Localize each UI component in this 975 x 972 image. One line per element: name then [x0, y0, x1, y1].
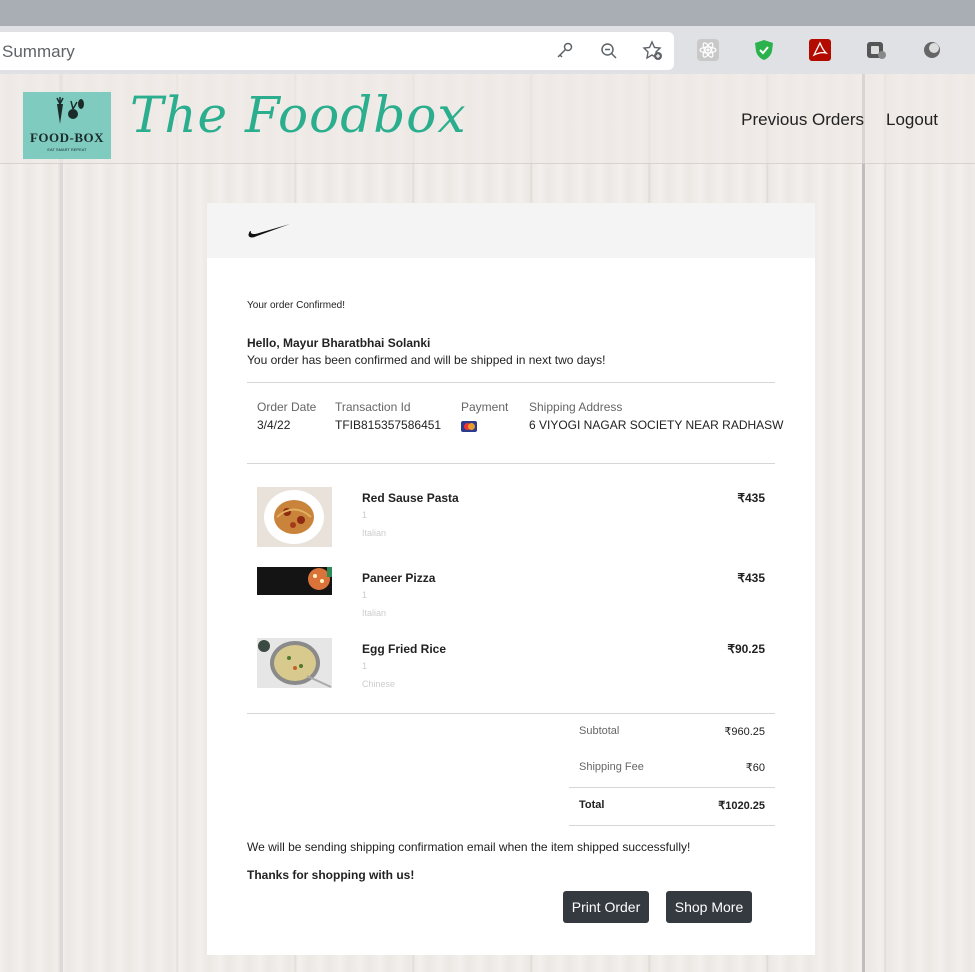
card-header [207, 203, 815, 258]
item-category: Chinese [362, 679, 396, 689]
address-bar[interactable]: Summary [0, 32, 674, 70]
divider [569, 787, 775, 788]
wood-grain-line [60, 74, 63, 972]
item-name: Red Sause Pasta [362, 491, 459, 505]
vegetables-icon [56, 97, 84, 124]
item-price: ₹435 [737, 571, 765, 585]
subtotal-label: Subtotal [579, 725, 620, 737]
mastercard-icon [461, 421, 477, 432]
total-row: Total ₹1020.25 [579, 799, 765, 812]
order-confirmed-title: Your order Confirmed! [247, 300, 346, 311]
add-bookmark-icon[interactable] [640, 40, 666, 62]
shipping-fee-value: ₹60 [745, 762, 765, 774]
react-devtools-icon[interactable] [696, 38, 720, 62]
brand-name[interactable]: The Foodbox [130, 86, 467, 144]
wood-grain-line [862, 74, 865, 972]
list-item: Paneer Pizza 1 Italian ₹435 [257, 567, 765, 618]
item-category: Italian [362, 528, 387, 538]
shipping-note: We will be sending shipping confirmation… [247, 840, 691, 854]
address-label: Shipping Address [529, 400, 623, 414]
top-nav: Previous Orders Logout [741, 110, 938, 130]
divider [569, 825, 775, 826]
item-qty: 1 [362, 510, 368, 520]
list-item: Red Sause Pasta 1 Italian ₹435 [257, 487, 765, 547]
key-icon[interactable] [552, 40, 578, 62]
pizza-image [257, 567, 332, 595]
shield-check-icon[interactable] [752, 38, 776, 62]
address-block: Shipping Address 6 VIYOGI NAGAR SOCIETY … [529, 400, 784, 432]
tab-extension-icon[interactable] [864, 38, 888, 62]
order-date-value: 3/4/22 [257, 418, 291, 432]
browser-toolbar: Summary [0, 26, 975, 74]
confirm-message: You order has been confirmed and will be… [247, 353, 606, 367]
logo-text: FOOD-BOX [29, 130, 105, 145]
item-price: ₹90.25 [727, 642, 765, 656]
address-value: 6 VIYOGI NAGAR SOCIETY NEAR RADHASW [529, 418, 784, 432]
thanks-message: Thanks for shopping with us! [247, 868, 415, 882]
acrobat-icon[interactable] [808, 38, 832, 62]
item-category: Italian [362, 608, 387, 618]
shop-more-button[interactable]: Shop More [666, 891, 752, 923]
subtotal-row: Subtotal ₹960.25 [579, 725, 765, 738]
url-text[interactable]: Summary [2, 42, 75, 62]
window-titlebar [0, 0, 975, 26]
print-order-button[interactable]: Print Order [563, 891, 649, 923]
fried-rice-image [257, 638, 332, 688]
payment-label: Payment [461, 400, 509, 414]
nike-logo-icon [248, 224, 290, 238]
payment-block: Payment [461, 400, 508, 435]
subtotal-value: ₹960.25 [724, 726, 765, 738]
divider [247, 463, 775, 464]
item-name: Paneer Pizza [362, 571, 436, 585]
total-value: ₹1020.25 [718, 800, 765, 812]
shipping-fee-row: Shipping Fee ₹60 [579, 761, 765, 774]
item-price: ₹435 [737, 491, 765, 505]
transaction-block: Transaction Id TFIB815357586451 [335, 400, 441, 432]
pasta-image [257, 487, 332, 547]
transaction-label: Transaction Id [335, 400, 411, 414]
divider [247, 382, 775, 383]
list-item: Egg Fried Rice 1 Chinese ₹90.25 [257, 638, 765, 690]
site-logo[interactable]: FOOD-BOX EAT SMART REPEAT [23, 92, 111, 159]
site-header: FOOD-BOX EAT SMART REPEAT The Foodbox Pr… [0, 74, 975, 164]
greeting: Hello, Mayur Bharatbhai Solanki [247, 336, 431, 350]
transaction-id-value: TFIB815357586451 [335, 418, 442, 432]
zoom-out-icon[interactable] [596, 40, 622, 62]
nav-logout[interactable]: Logout [886, 110, 938, 130]
item-qty: 1 [362, 590, 368, 600]
order-date-label: Order Date [257, 400, 317, 414]
order-date-block: Order Date 3/4/22 [257, 400, 316, 432]
item-qty: 1 [362, 661, 368, 671]
divider [247, 713, 775, 714]
circle-extension-icon[interactable] [920, 38, 944, 62]
shipping-fee-label: Shipping Fee [579, 761, 644, 773]
item-name: Egg Fried Rice [362, 642, 447, 656]
logo-subtext: EAT SMART REPEAT [47, 147, 87, 152]
order-summary-card: Your order Confirmed! Hello, Mayur Bhara… [207, 203, 815, 955]
total-label: Total [579, 799, 605, 811]
nav-previous-orders[interactable]: Previous Orders [741, 110, 864, 130]
